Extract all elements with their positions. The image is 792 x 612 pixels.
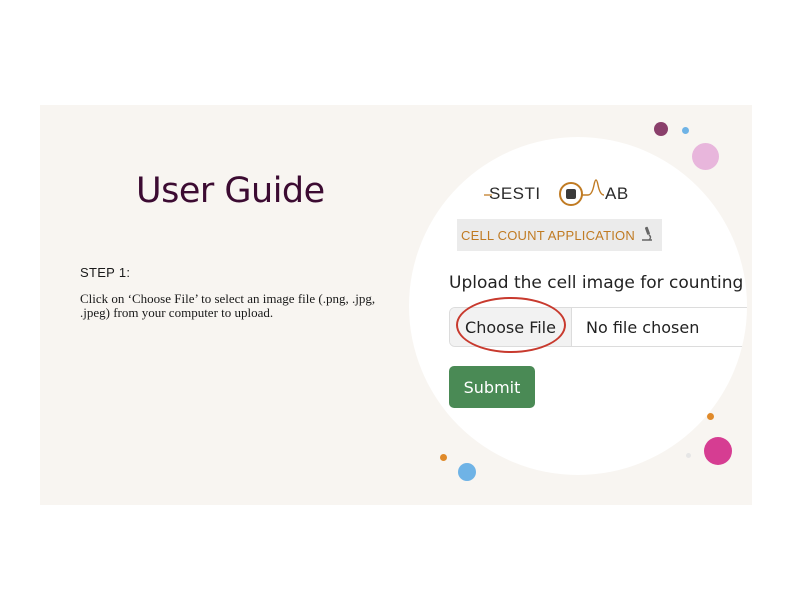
upload-instruction-label: Upload the cell image for counting <box>449 273 744 293</box>
decorative-dot-orange-small <box>707 413 714 420</box>
app-name-badge: CELL COUNT APPLICATION <box>457 219 662 251</box>
file-status-text: No file chosen <box>586 317 700 337</box>
slide-title: User Guide <box>136 171 325 211</box>
step-instructions: Click on ‘Choose File’ to select an imag… <box>80 291 376 320</box>
decorative-dot-purple <box>654 122 668 136</box>
logo-text-right: AB <box>605 184 629 203</box>
decorative-dot-light-pink <box>692 143 719 170</box>
decorative-dot-grey <box>686 453 691 458</box>
slide: User Guide STEP 1: Click on ‘Choose File… <box>40 105 752 505</box>
decorative-dot-orange <box>440 454 447 461</box>
decorative-dot-pink <box>704 437 732 465</box>
decorative-dot-blue-small <box>682 127 689 134</box>
logo-text-left: SESTI <box>489 184 541 203</box>
step-label: STEP 1: <box>80 265 131 280</box>
sestilab-logo: SESTI AB <box>484 177 644 213</box>
submit-button[interactable]: Submit <box>449 366 535 408</box>
highlight-circle-annotation <box>456 297 566 353</box>
decorative-dot-blue <box>458 463 476 481</box>
app-name: CELL COUNT APPLICATION <box>461 227 635 243</box>
microscope-icon <box>640 226 654 245</box>
app-screenshot-circle: SESTI AB CELL COUNT APPLICATION Upload t… <box>409 137 747 475</box>
